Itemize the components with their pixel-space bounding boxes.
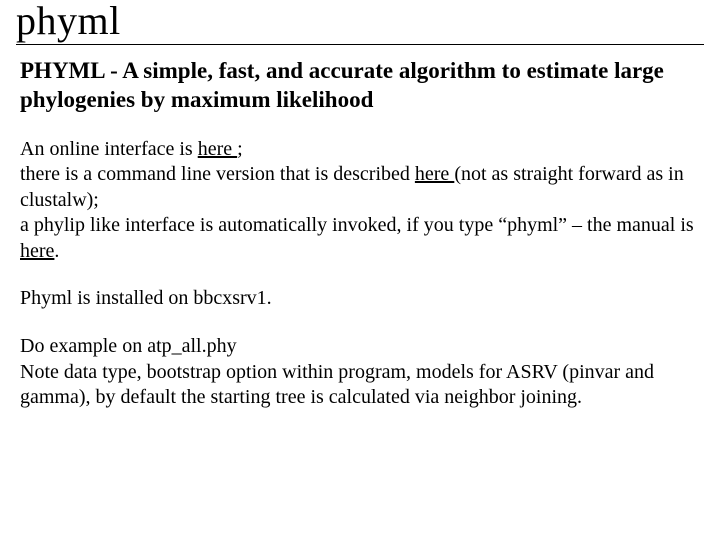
text: a phylip like interface is automatically… xyxy=(20,214,694,236)
body-text: An online interface is here ; there is a… xyxy=(20,137,704,411)
link-manual[interactable]: here xyxy=(20,240,54,262)
paragraph-1: An online interface is here ; there is a… xyxy=(20,137,704,265)
link-command-line[interactable]: here xyxy=(415,163,454,185)
link-online-interface[interactable]: here xyxy=(198,138,237,160)
text: An online interface is xyxy=(20,138,198,160)
text: . xyxy=(54,240,59,262)
subtitle: PHYML - A simple, fast, and accurate alg… xyxy=(20,57,704,115)
text: there is a command line version that is … xyxy=(20,163,415,185)
slide: phyml PHYML - A simple, fast, and accura… xyxy=(0,0,720,411)
paragraph-2: Phyml is installed on bbcxsrv1. xyxy=(20,286,704,312)
page-title: phyml xyxy=(16,0,704,45)
paragraph-3: Do example on atp_all.phy Note data type… xyxy=(20,334,704,411)
text: ; xyxy=(237,138,243,160)
